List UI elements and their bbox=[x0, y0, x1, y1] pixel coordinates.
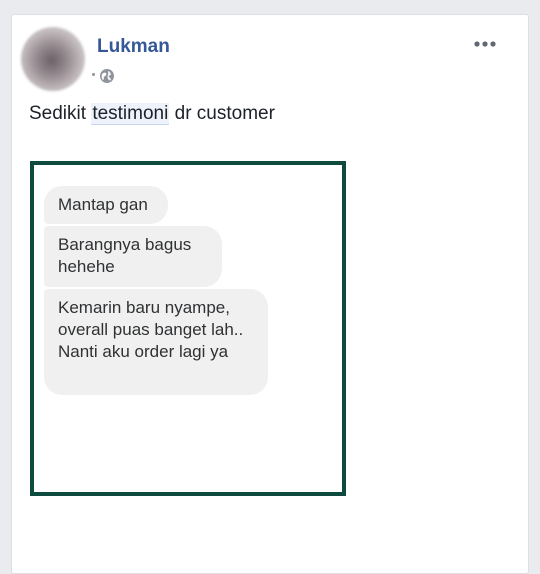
chat-message-bubble: Mantap gan bbox=[44, 186, 168, 224]
author-name-link[interactable]: Lukman bbox=[97, 36, 170, 58]
avatar[interactable] bbox=[21, 27, 85, 91]
caption-text-start: Sedikit bbox=[29, 103, 92, 124]
more-options-icon[interactable] bbox=[471, 35, 499, 53]
post-caption: Sedikit testimoni dr customer bbox=[29, 103, 275, 125]
globe-icon[interactable] bbox=[99, 68, 115, 84]
chat-message-bubble: Kemarin baru nyampe, overall puas banget… bbox=[44, 289, 268, 395]
post-card: Lukman Sedikit testimoni dr customer Man… bbox=[11, 14, 529, 574]
caption-hashtag[interactable]: testimoni bbox=[91, 103, 170, 125]
meta-separator bbox=[92, 73, 95, 76]
chat-message-bubble: Barangnya bagus hehehe bbox=[44, 226, 222, 287]
testimonial-screenshot-frame[interactable]: Mantap gan Barangnya bagus hehehe Kemari… bbox=[30, 161, 346, 496]
caption-text-end: dr customer bbox=[169, 103, 275, 124]
